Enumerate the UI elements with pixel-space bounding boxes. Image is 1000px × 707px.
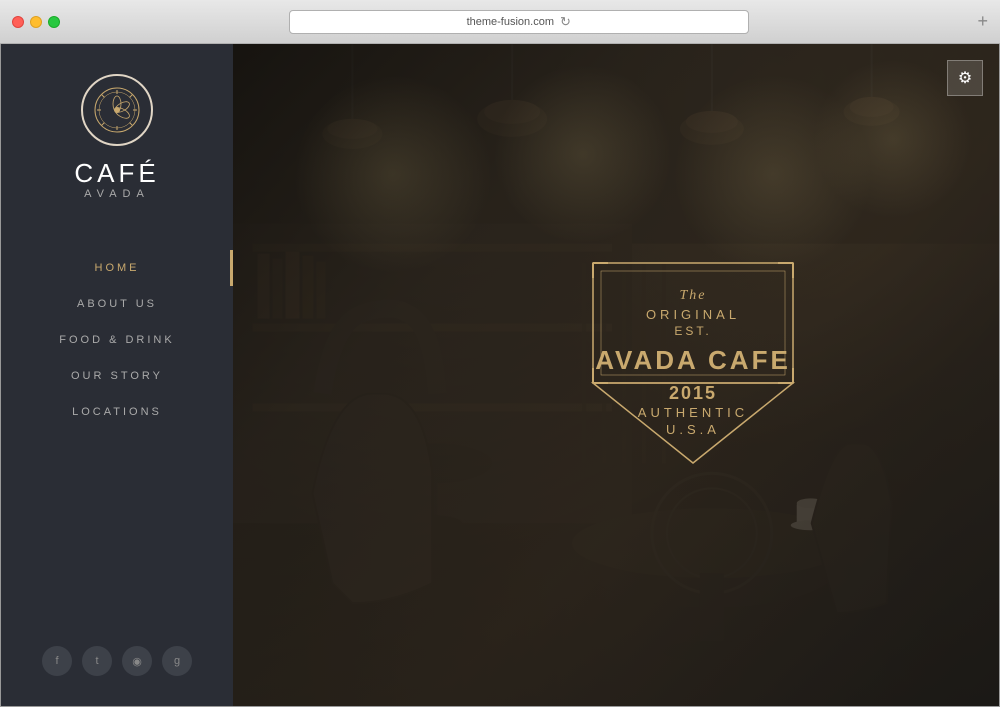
badge-est: EST. [595, 324, 791, 340]
sidebar-nav: HOME ABOUT US FOOD & DRINK OUR STORY LOC… [1, 250, 233, 430]
badge-authentic: AUTHENTIC [595, 405, 791, 422]
cafe-badge: The ORIGINAL EST. AVADA CAFE 2015 AUTHEN… [583, 243, 803, 483]
close-button[interactable] [12, 16, 24, 28]
twitter-icon[interactable]: t [82, 646, 112, 676]
gear-icon: ⚙ [958, 68, 972, 88]
badge-original: ORIGINAL [595, 307, 791, 324]
sidebar-item-locations[interactable]: LOCATIONS [1, 394, 233, 430]
new-tab-button[interactable]: + [977, 11, 988, 32]
logo-name: CAFÉ [74, 160, 159, 186]
url-text: theme-fusion.com [467, 16, 554, 28]
minimize-button[interactable] [30, 16, 42, 28]
traffic-lights [12, 16, 60, 28]
badge-name: AVADA CAFE [595, 344, 791, 378]
logo-icon [93, 86, 141, 134]
maximize-button[interactable] [48, 16, 60, 28]
light-spot-1 [293, 74, 493, 274]
googleplus-icon[interactable]: g [162, 646, 192, 676]
hero-section: The ORIGINAL EST. AVADA CAFE 2015 AUTHEN… [233, 44, 999, 706]
address-bar-wrapper: theme-fusion.com ↻ [70, 10, 967, 34]
logo-container: CAFÉ AVADA [74, 74, 159, 200]
sidebar-item-home[interactable]: HOME [1, 250, 233, 286]
browser-chrome: theme-fusion.com ↻ + [0, 0, 1000, 44]
badge-year: 2015 [595, 382, 791, 405]
main-window: CAFÉ AVADA HOME ABOUT US FOOD & DRINK OU… [0, 44, 1000, 707]
sidebar-item-about[interactable]: ABOUT US [1, 286, 233, 322]
light-spot-2 [493, 64, 673, 244]
sidebar-item-food[interactable]: FOOD & DRINK [1, 322, 233, 358]
logo-circle [81, 74, 153, 146]
refresh-icon[interactable]: ↻ [560, 14, 571, 30]
instagram-icon[interactable]: ◉ [122, 646, 152, 676]
facebook-icon[interactable]: f [42, 646, 72, 676]
badge-the: The [595, 287, 791, 305]
logo-subtitle: AVADA [84, 188, 150, 200]
badge-container: The ORIGINAL EST. AVADA CAFE 2015 AUTHEN… [583, 243, 803, 483]
address-bar[interactable]: theme-fusion.com ↻ [289, 10, 749, 34]
badge-content: The ORIGINAL EST. AVADA CAFE 2015 AUTHEN… [595, 287, 791, 439]
sidebar-item-story[interactable]: OUR STORY [1, 358, 233, 394]
settings-button[interactable]: ⚙ [947, 60, 983, 96]
badge-usa: U.S.A [595, 422, 791, 439]
social-icons: f t ◉ g [42, 646, 192, 676]
sidebar: CAFÉ AVADA HOME ABOUT US FOOD & DRINK OU… [1, 44, 233, 706]
